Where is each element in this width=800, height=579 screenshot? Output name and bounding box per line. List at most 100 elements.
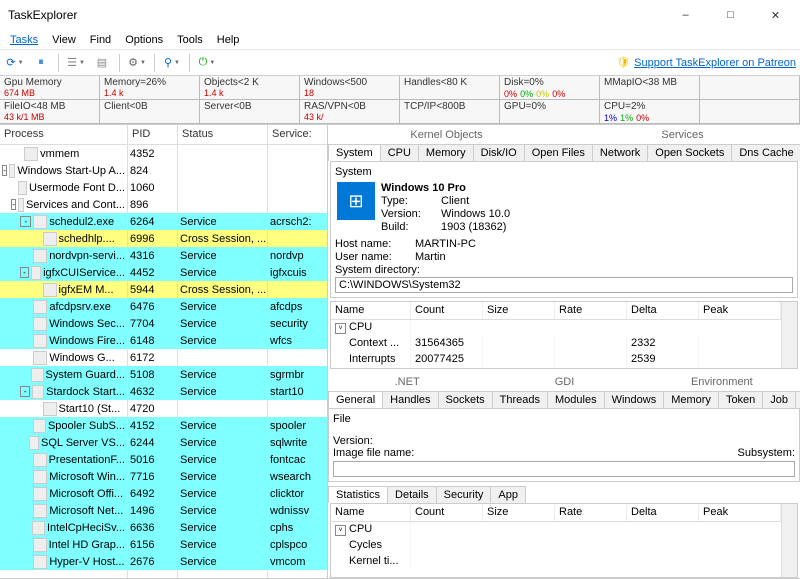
process-row[interactable]: vmcom	[268, 553, 327, 570]
tab-details[interactable]: Details	[387, 486, 437, 503]
process-row[interactable]	[178, 196, 267, 213]
process-row[interactable]: 6172	[128, 349, 177, 366]
process-row[interactable]: -Services and Cont...	[0, 196, 127, 213]
process-row[interactable]: start10	[268, 383, 327, 400]
process-row[interactable]: 1060	[128, 179, 177, 196]
process-row[interactable]: Service	[178, 332, 267, 349]
perf-cell[interactable]: TCP/IP<800B	[400, 100, 500, 124]
tab-opensockets[interactable]: Open Sockets	[647, 144, 732, 161]
process-row[interactable]: 4452	[128, 264, 177, 281]
process-row[interactable]: Service	[178, 315, 267, 332]
process-row[interactable]: 6636	[128, 519, 177, 536]
process-row[interactable]: 4720	[128, 400, 177, 417]
process-row[interactable]: Service	[178, 519, 267, 536]
process-row[interactable]: Spooler SubS...	[0, 417, 127, 434]
tab-windows[interactable]: Windows	[604, 391, 665, 408]
menu-tasks[interactable]: Tasks	[4, 32, 44, 48]
perf-cell[interactable]: MMapIO<38 MB	[600, 76, 700, 100]
process-row[interactable]	[178, 162, 267, 179]
process-row[interactable]: 896	[128, 196, 177, 213]
process-row[interactable]	[268, 281, 327, 298]
process-row[interactable]: 6156	[128, 536, 177, 553]
process-row[interactable]	[268, 145, 327, 162]
process-row[interactable]: wsearch	[268, 468, 327, 485]
process-row[interactable]	[178, 145, 267, 162]
scrollbar[interactable]	[781, 504, 797, 577]
bars-button[interactable]: ▤	[91, 52, 113, 74]
tab-handles[interactable]: Handles	[382, 391, 438, 408]
tab-job[interactable]: Job	[762, 391, 796, 408]
perf-cell[interactable]: Server<0B	[200, 100, 300, 124]
menu-view[interactable]: View	[46, 32, 82, 48]
process-row[interactable]: -schedul2.exe	[0, 213, 127, 230]
tree-toggle[interactable]: -	[20, 216, 31, 227]
maximize-button[interactable]: □	[708, 0, 753, 30]
perf-cell[interactable]: CPU=2%1% 1% 0%	[600, 100, 700, 124]
tab-app[interactable]: App	[490, 486, 526, 503]
process-row[interactable]: schedhlp....	[0, 230, 127, 247]
process-row[interactable]: Service	[178, 434, 267, 451]
tab-cpu[interactable]: CPU	[380, 144, 419, 161]
perf-cell[interactable]	[700, 100, 800, 124]
process-row[interactable]: vmmem	[0, 145, 127, 162]
process-row[interactable]: 7704	[128, 315, 177, 332]
process-row[interactable]: 5944	[128, 281, 177, 298]
process-row[interactable]	[178, 400, 267, 417]
process-row[interactable]	[268, 179, 327, 196]
perf-cell[interactable]: Gpu Memory674 MB	[0, 76, 100, 100]
process-row[interactable]: fontcac	[268, 451, 327, 468]
tab-token[interactable]: Token	[718, 391, 763, 408]
process-row[interactable]: Service	[178, 536, 267, 553]
menu-find[interactable]: Find	[84, 32, 117, 48]
menu-help[interactable]: Help	[211, 32, 246, 48]
tab-openfiles[interactable]: Open Files	[524, 144, 593, 161]
process-row[interactable]: Service	[178, 213, 267, 230]
perf-cell[interactable]: GPU=0%	[500, 100, 600, 124]
process-row[interactable]: 1496	[128, 502, 177, 519]
process-row[interactable]: Service	[178, 417, 267, 434]
tree-button[interactable]: ☰▼	[65, 52, 87, 74]
process-row[interactable]: sgrmbr	[268, 366, 327, 383]
pause-button[interactable]: ⏸	[30, 52, 52, 74]
process-row[interactable]: 6244	[128, 434, 177, 451]
process-row[interactable]: Microsoft Offi...	[0, 485, 127, 502]
process-row[interactable]: 2676	[128, 553, 177, 570]
process-row[interactable]: afcdpsrv.exe	[0, 298, 127, 315]
tab-general[interactable]: General	[328, 391, 383, 408]
perf-cell[interactable]: Handles<80 K	[400, 76, 500, 100]
process-row[interactable]: acrsch2:	[268, 213, 327, 230]
process-row[interactable]: Service	[178, 502, 267, 519]
process-row[interactable]: Microsoft Win...	[0, 468, 127, 485]
gear-button[interactable]: ⚙▼	[126, 52, 148, 74]
process-row[interactable]: 5016	[128, 451, 177, 468]
close-button[interactable]: ✕	[753, 0, 798, 30]
process-row[interactable]: Cross Session, ...	[178, 230, 267, 247]
tab-diskio[interactable]: Disk/IO	[473, 144, 525, 161]
image-file-field[interactable]	[333, 461, 795, 477]
perf-cell[interactable]: RAS/VPN<0B43 k/	[300, 100, 400, 124]
process-row[interactable]	[178, 179, 267, 196]
col-pid[interactable]: PID	[128, 125, 177, 145]
process-row[interactable]: 5108	[128, 366, 177, 383]
process-row[interactable]: Hyper-V Host...	[0, 553, 127, 570]
system-directory-field[interactable]	[335, 277, 793, 293]
perf-cell[interactable]: Objects<2 K1.4 k	[200, 76, 300, 100]
tree-toggle[interactable]: -	[2, 165, 7, 176]
process-row[interactable]: 6264	[128, 213, 177, 230]
tree-toggle[interactable]: -	[20, 386, 30, 397]
minimize-button[interactable]: –	[663, 0, 708, 30]
process-row[interactable]: Service	[178, 451, 267, 468]
process-row[interactable]: 4316	[128, 247, 177, 264]
tab-security[interactable]: Security	[436, 486, 492, 503]
process-row[interactable]: Service	[178, 298, 267, 315]
expand-cpu[interactable]: ˅	[335, 323, 346, 334]
process-row[interactable]	[268, 196, 327, 213]
process-row[interactable]: Usermode Font D...	[0, 179, 127, 196]
process-row[interactable]: -Stardock Start...	[0, 383, 127, 400]
process-row[interactable]: Service	[178, 366, 267, 383]
process-row[interactable]: cphs	[268, 519, 327, 536]
process-row[interactable]: 6476	[128, 298, 177, 315]
tab-network[interactable]: Network	[592, 144, 648, 161]
tab-memory[interactable]: Memory	[663, 391, 719, 408]
process-row[interactable]: igfxEM M...	[0, 281, 127, 298]
